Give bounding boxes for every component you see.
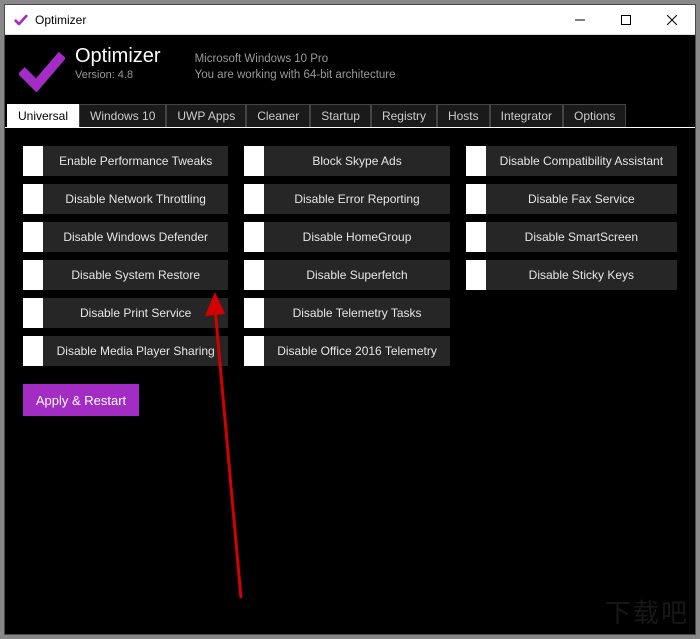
system-info: Microsoft Windows 10 Pro You are working…	[195, 51, 396, 83]
option-checkbox[interactable]	[244, 260, 264, 290]
option-disable-sticky-keys: Disable Sticky Keys	[466, 260, 677, 290]
option-button[interactable]: Disable Windows Defender	[43, 222, 228, 252]
option-checkbox[interactable]	[244, 146, 264, 176]
os-line: Microsoft Windows 10 Pro	[195, 51, 396, 67]
options-column-1: Enable Performance Tweaks Disable Networ…	[23, 146, 228, 366]
option-disable-compatibility-assistant: Disable Compatibility Assistant	[466, 146, 677, 176]
titlebar: Optimizer	[5, 5, 695, 35]
option-button[interactable]: Disable Network Throttling	[43, 184, 228, 214]
option-button[interactable]: Disable HomeGroup	[264, 222, 449, 252]
option-checkbox[interactable]	[23, 222, 43, 252]
option-checkbox[interactable]	[466, 222, 486, 252]
options-column-3: Disable Compatibility Assistant Disable …	[466, 146, 677, 366]
option-checkbox[interactable]	[244, 222, 264, 252]
close-button[interactable]	[649, 5, 695, 35]
option-disable-system-restore: Disable System Restore	[23, 260, 228, 290]
tab-content-universal: Enable Performance Tweaks Disable Networ…	[5, 127, 695, 634]
options-column-2: Block Skype Ads Disable Error Reporting …	[244, 146, 449, 366]
app-version: Version: 4.8	[75, 69, 161, 81]
option-button[interactable]: Disable Media Player Sharing	[43, 336, 228, 366]
option-disable-error-reporting: Disable Error Reporting	[244, 184, 449, 214]
option-button[interactable]: Disable Error Reporting	[264, 184, 449, 214]
option-button[interactable]: Disable System Restore	[43, 260, 228, 290]
option-disable-fax-service: Disable Fax Service	[466, 184, 677, 214]
option-button[interactable]: Disable Print Service	[43, 298, 228, 328]
tab-uwp-apps[interactable]: UWP Apps	[166, 104, 246, 127]
option-checkbox[interactable]	[466, 184, 486, 214]
option-disable-print-service: Disable Print Service	[23, 298, 228, 328]
option-disable-network-throttling: Disable Network Throttling	[23, 184, 228, 214]
option-checkbox[interactable]	[23, 298, 43, 328]
option-disable-telemetry-tasks: Disable Telemetry Tasks	[244, 298, 449, 328]
option-checkbox[interactable]	[23, 146, 43, 176]
tab-cleaner[interactable]: Cleaner	[246, 104, 310, 127]
option-disable-windows-defender: Disable Windows Defender	[23, 222, 228, 252]
option-disable-office-2016-telemetry: Disable Office 2016 Telemetry	[244, 336, 449, 366]
app-title-block: Optimizer Version: 4.8	[75, 45, 161, 81]
tab-windows10[interactable]: Windows 10	[79, 104, 166, 127]
tab-universal[interactable]: Universal	[7, 104, 79, 127]
app-window: Optimizer Optimizer Version: 4.8 Microso…	[4, 4, 696, 635]
tab-registry[interactable]: Registry	[371, 104, 437, 127]
logo-checkmark-icon	[19, 49, 65, 95]
option-checkbox[interactable]	[244, 184, 264, 214]
tab-options[interactable]: Options	[563, 104, 626, 127]
minimize-button[interactable]	[557, 5, 603, 35]
option-button[interactable]: Disable Telemetry Tasks	[264, 298, 449, 328]
option-block-skype-ads: Block Skype Ads	[244, 146, 449, 176]
app-header: Optimizer Version: 4.8 Microsoft Windows…	[5, 35, 695, 103]
option-checkbox[interactable]	[244, 298, 264, 328]
apply-restart-button[interactable]: Apply & Restart	[23, 384, 139, 416]
option-button[interactable]: Disable Fax Service	[486, 184, 677, 214]
tab-startup[interactable]: Startup	[310, 104, 371, 127]
option-checkbox[interactable]	[466, 146, 486, 176]
option-button[interactable]: Disable Sticky Keys	[486, 260, 677, 290]
option-checkbox[interactable]	[23, 260, 43, 290]
option-checkbox[interactable]	[23, 336, 43, 366]
maximize-button[interactable]	[603, 5, 649, 35]
app-icon	[13, 12, 29, 28]
watermark-text: 下载吧	[605, 593, 689, 630]
tab-integrator[interactable]: Integrator	[490, 104, 563, 127]
tab-hosts[interactable]: Hosts	[437, 104, 490, 127]
option-checkbox[interactable]	[23, 184, 43, 214]
window-title: Optimizer	[35, 13, 86, 27]
option-checkbox[interactable]	[466, 260, 486, 290]
option-button[interactable]: Disable Superfetch	[264, 260, 449, 290]
option-button[interactable]: Disable Office 2016 Telemetry	[264, 336, 449, 366]
arch-line: You are working with 64-bit architecture	[195, 67, 396, 83]
app-name: Optimizer	[75, 45, 161, 68]
option-enable-performance-tweaks: Enable Performance Tweaks	[23, 146, 228, 176]
option-button[interactable]: Disable Compatibility Assistant	[486, 146, 677, 176]
option-button[interactable]: Block Skype Ads	[264, 146, 449, 176]
option-disable-media-player-sharing: Disable Media Player Sharing	[23, 336, 228, 366]
option-checkbox[interactable]	[244, 336, 264, 366]
option-disable-homegroup: Disable HomeGroup	[244, 222, 449, 252]
tab-bar: Universal Windows 10 UWP Apps Cleaner St…	[5, 103, 695, 127]
option-button[interactable]: Enable Performance Tweaks	[43, 146, 228, 176]
option-disable-superfetch: Disable Superfetch	[244, 260, 449, 290]
option-disable-smartscreen: Disable SmartScreen	[466, 222, 677, 252]
option-button[interactable]: Disable SmartScreen	[486, 222, 677, 252]
